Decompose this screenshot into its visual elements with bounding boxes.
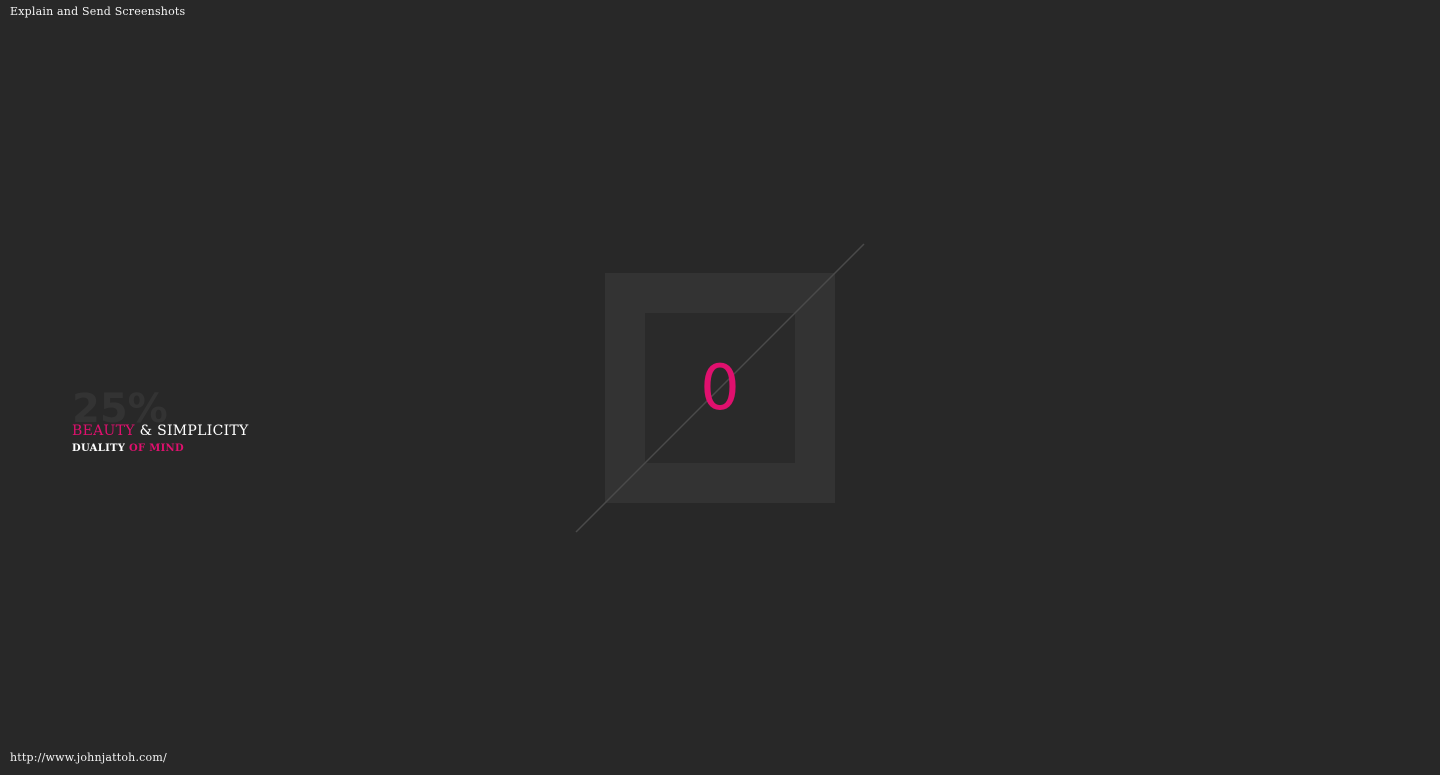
window-title: Explain and Send Screenshots bbox=[10, 5, 186, 18]
tagline-word-simplicity: & SIMPLICITY bbox=[134, 423, 249, 439]
site-url[interactable]: http://www.johnjattoh.com/ bbox=[10, 751, 167, 764]
loading-screen: Explain and Send Screenshots 25% BEAUTY … bbox=[0, 0, 1440, 775]
tagline-word-of-mind: OF MIND bbox=[125, 443, 184, 454]
tagline-word-duality: DUALITY bbox=[72, 443, 126, 454]
loader-counter: 0 bbox=[700, 351, 740, 424]
tagline-primary: BEAUTY & SIMPLICITY bbox=[72, 423, 249, 439]
tagline-word-beauty: BEAUTY bbox=[72, 423, 135, 439]
tagline-secondary: DUALITY OF MIND bbox=[72, 443, 184, 454]
